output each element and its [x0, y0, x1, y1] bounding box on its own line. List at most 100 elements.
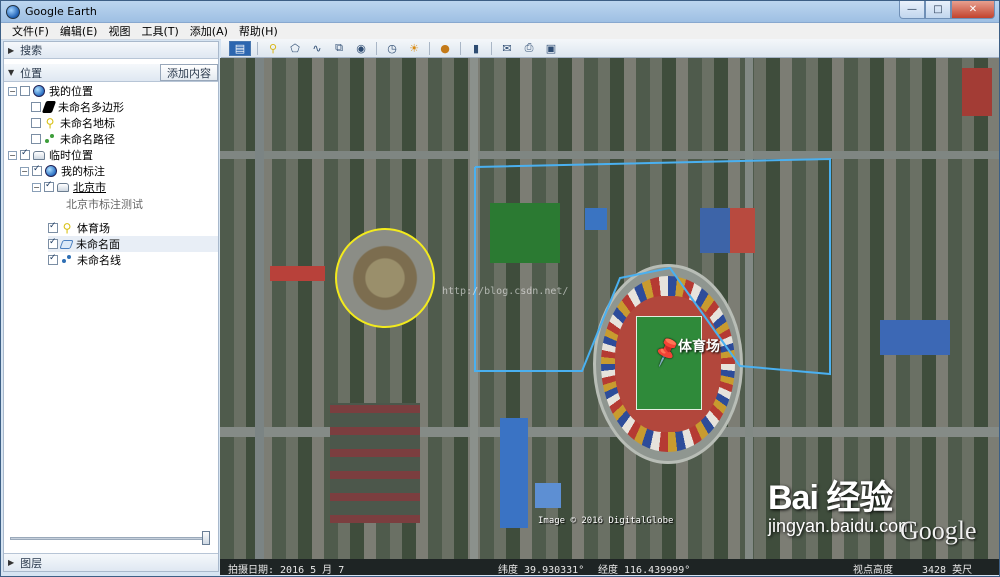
checkbox-checked[interactable] [48, 237, 58, 249]
opacity-slider-thumb[interactable] [202, 531, 210, 545]
tree-item-my-places[interactable]: − 我的位置 [8, 83, 93, 99]
pushpin-icon: ⚲ [62, 221, 72, 235]
globe-icon [33, 85, 45, 97]
map-view[interactable]: 📌 体育场 http://blog.csdn.net/ Image © 2016… [220, 58, 999, 559]
ruler-button[interactable]: ▮ [467, 41, 485, 56]
tree-label: 未命名面 [76, 238, 120, 251]
capture-date: 拍摄日期: 2016 5 月 7 [228, 565, 345, 576]
tree-label: 未命名多边形 [58, 101, 124, 114]
expand-triangle-icon: ▶ [8, 45, 15, 55]
baidu-brand: Bai 经验 [768, 479, 893, 517]
menu-file[interactable]: 文件(F) [7, 23, 55, 39]
eye-altitude-value: 3428 英尺 [922, 565, 973, 576]
expand-triangle-icon: ▶ [8, 558, 15, 567]
toolbar-separator [460, 41, 461, 55]
sunlight-icon: ☀ [409, 41, 419, 55]
placemark-icon: ⚲ [268, 41, 278, 55]
tree-item-my-annotations[interactable]: − 我的标注 [20, 163, 105, 179]
print-button[interactable]: ⎙ [520, 41, 538, 56]
sidebar-toggle-button[interactable]: ▤ [229, 40, 251, 56]
tree-label: 临时位置 [49, 149, 93, 162]
tree-item-untitled-path[interactable]: 未命名路径 [31, 131, 115, 147]
longitude-readout: 经度 116.439999° [598, 565, 691, 576]
planet-icon: ● [440, 41, 450, 55]
collapse-triangle-icon: ▼ [8, 68, 15, 77]
window-title: Google Earth [25, 5, 97, 18]
polygon-icon: ⬠ [290, 41, 300, 55]
collapse-icon[interactable]: − [32, 182, 41, 192]
minimize-button[interactable]: — [899, 1, 925, 19]
add-content-button[interactable]: 添加内容 [160, 64, 218, 81]
save-image-button[interactable]: ▣ [542, 41, 560, 56]
checkbox[interactable] [31, 134, 41, 144]
menu-edit[interactable]: 编辑(E) [55, 23, 104, 39]
checkbox-checked[interactable] [48, 221, 58, 233]
collapse-icon[interactable]: − [8, 150, 17, 160]
tree-item-untitled-surface[interactable]: 未命名面 [48, 236, 218, 252]
add-polygon-button[interactable]: ⬠ [286, 41, 304, 56]
maximize-button[interactable]: □ [925, 1, 951, 19]
latitude-readout: 纬度 39.930331° [498, 565, 585, 576]
checkbox-checked[interactable] [48, 253, 58, 265]
folder-icon [57, 182, 69, 192]
add-path-button[interactable]: ∿ [308, 41, 326, 56]
search-panel-header[interactable]: ▶ 搜索 [4, 42, 218, 59]
tree-item-untitled-line[interactable]: 未命名线 [48, 252, 121, 268]
placemark-label[interactable]: 体育场 [678, 336, 720, 356]
tree-label: 体育场 [77, 222, 110, 235]
places-tree: − 我的位置 未命名多边形 ⚲ 未命名地标 未命名路径 − ✓ 临时位置 − ✓… [4, 82, 218, 527]
planets-button[interactable]: ● [436, 41, 454, 56]
toolbar-separator [376, 41, 377, 55]
toolbar: ▤ ⚲ ⬠ ∿ ⧉ ◉ ◷ ☀ ● ▮ ✉ ⎙ ▣ [221, 39, 999, 58]
polygon-edge[interactable] [474, 157, 831, 376]
menu-help[interactable]: 帮助(H) [234, 23, 284, 39]
historical-imagery-button[interactable]: ◷ [383, 41, 401, 56]
sunlight-button[interactable]: ☀ [405, 41, 423, 56]
google-earth-icon [6, 5, 20, 19]
save-image-icon: ▣ [545, 41, 557, 55]
sidebar-icon: ▤ [234, 41, 246, 55]
opacity-slider-track[interactable] [10, 537, 210, 540]
imagery-copyright: Image © 2016 DigitalGlobe [538, 516, 674, 526]
tree-item-untitled-polygon[interactable]: 未命名多边形 [31, 99, 124, 115]
collapse-icon[interactable]: − [8, 86, 17, 96]
pushpin-icon: ⚲ [45, 116, 55, 130]
add-placemark-button[interactable]: ⚲ [264, 41, 282, 56]
places-panel-header[interactable]: ▼ 位置 添加内容 [4, 64, 218, 82]
checkbox[interactable] [31, 118, 41, 128]
record-tour-button[interactable]: ◉ [352, 41, 370, 56]
checkbox-checked[interactable] [32, 164, 42, 176]
checkbox-checked[interactable] [44, 180, 54, 192]
tree-label: 我的标注 [61, 165, 105, 178]
toolbar-separator [429, 41, 430, 55]
email-icon: ✉ [502, 41, 512, 55]
globe-icon [45, 165, 57, 177]
close-button[interactable]: ✕ [951, 1, 995, 19]
menu-tools[interactable]: 工具(T) [136, 23, 184, 39]
email-button[interactable]: ✉ [498, 41, 516, 56]
checkbox[interactable] [20, 86, 30, 96]
places-label: 位置 [20, 66, 43, 80]
image-overlay-button[interactable]: ⧉ [330, 41, 348, 56]
menu-view[interactable]: 视图 [103, 23, 136, 39]
print-icon: ⎙ [524, 41, 534, 54]
tree-item-temporary-places[interactable]: − 临时位置 [8, 147, 93, 163]
tree-item-beijing[interactable]: − 北京市 [32, 179, 106, 195]
image-overlay-icon: ⧉ [335, 41, 343, 54]
tree-item-gymnasium[interactable]: ⚲ 体育场 [48, 220, 110, 236]
menu-add[interactable]: 添加(A) [185, 23, 234, 39]
tree-label-link[interactable]: 北京市 [73, 179, 106, 195]
checkbox[interactable] [31, 102, 41, 112]
tree-label: 未命名地标 [60, 117, 115, 130]
checkbox-checked[interactable] [20, 148, 30, 160]
collapse-icon[interactable]: − [20, 166, 29, 176]
layers-label: 图层 [20, 556, 43, 570]
tree-item-untitled-placemark[interactable]: ⚲ 未命名地标 [31, 115, 115, 131]
ruler-icon: ▮ [472, 41, 480, 55]
window-controls: — □ ✕ [899, 1, 995, 19]
faint-url-watermark: http://blog.csdn.net/ [442, 286, 569, 297]
layers-panel-header[interactable]: ▶ 图层 [4, 553, 218, 571]
tree-label: 未命名线 [77, 254, 121, 267]
toolbar-separator [491, 41, 492, 55]
menu-bar: 文件(F) 编辑(E) 视图 工具(T) 添加(A) 帮助(H) [1, 23, 999, 40]
